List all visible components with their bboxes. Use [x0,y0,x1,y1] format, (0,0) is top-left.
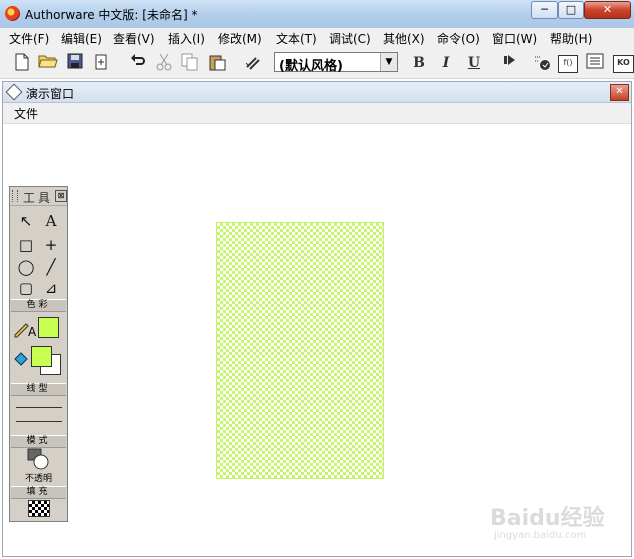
text-style-dropdown[interactable]: (默认风格) ▼ [274,52,398,74]
bold-icon[interactable]: B [409,53,429,73]
oval-tool-icon[interactable]: ◯ [15,257,37,277]
drag-grip-icon[interactable] [12,190,18,202]
menu-xtras[interactable]: 其他(X) [383,30,425,47]
italic-icon[interactable]: I [436,53,456,73]
menu-command[interactable]: 命令(O) [437,30,480,47]
variables-icon[interactable] [585,53,605,73]
tools-palette-title: 工具 [23,191,54,205]
restart-icon[interactable] [499,53,519,73]
presentation-menu-bar: 文件 [3,103,631,124]
control-panel-icon[interactable] [532,53,552,73]
opaque-mode-icon[interactable] [27,448,49,470]
authorware-app-icon[interactable] [5,6,20,21]
text-tool-icon[interactable]: A [40,211,62,231]
close-button[interactable]: ✕ [584,1,631,19]
rectangle-tool-icon[interactable]: □ [15,235,37,255]
paste-icon[interactable] [207,53,227,73]
menu-debug[interactable]: 调试(C) [329,30,371,47]
save-all-icon[interactable] [66,53,86,73]
cut-icon[interactable] [154,53,174,73]
paint-bucket-icon[interactable] [13,351,29,367]
presentation-menu-file[interactable]: 文件 [14,105,38,122]
menu-insert[interactable]: 插入(I) [168,30,205,47]
watermark-text: Baidu经验 [490,506,605,531]
menu-bar: 文件(F) 编辑(E) 查看(V) 插入(I) 修改(M) 文本(T) 调试(C… [0,28,634,48]
svg-text:A: A [28,325,37,338]
menu-view[interactable]: 查看(V) [113,30,155,47]
chevron-down-icon[interactable]: ▼ [380,53,397,71]
presentation-title: 演示窗口 [26,87,75,101]
undo-icon[interactable] [128,53,148,73]
text-style-value: (默认风格) [279,59,343,74]
fill-section-label: 填充 [11,486,66,499]
new-icon[interactable] [12,53,32,73]
presentation-window-icon [5,83,23,101]
tools-palette: 工具 ⊠ ↖ A □ + ◯ ╱ ▢ ⊿ 色彩 A 线型 模式 不透明 填充 [9,186,68,522]
baidu-watermark-logo: Baidu经验 jingyan.baidu.com [480,498,630,548]
menu-text[interactable]: 文本(T) [276,30,317,47]
checkered-rectangle-shape[interactable] [216,222,384,479]
color-section-label: 色彩 [11,299,66,312]
import-icon[interactable] [92,53,112,73]
open-icon[interactable] [38,53,58,73]
menu-help[interactable]: 帮助(H) [550,30,592,47]
menu-window[interactable]: 窗口(W) [492,30,537,47]
menu-file[interactable]: 文件(F) [9,30,49,47]
line-style-section-label: 线型 [11,383,66,396]
menu-modify[interactable]: 修改(M) [218,30,262,47]
title-bar: Authorware 中文版: [未命名] * ─ □ ✕ [0,0,634,29]
copy-icon[interactable] [180,53,200,73]
pointer-tool-icon[interactable]: ↖ [15,211,37,231]
presentation-title-bar: 演示窗口 ✕ [3,82,631,103]
knowledge-objects-icon[interactable]: KO [613,55,634,73]
mode-value-label: 不透明 [24,474,52,484]
text-color-swatch[interactable] [38,317,59,338]
mode-section-label: 模式 [11,435,66,448]
underline-icon[interactable]: U [464,53,484,73]
fill-foreground-color-swatch[interactable] [31,346,52,367]
straight-line-tool-icon[interactable]: + [40,235,62,255]
watermark-url: jingyan.baidu.com [494,530,587,541]
menu-edit[interactable]: 编辑(E) [61,30,102,47]
tools-palette-title-bar[interactable]: 工具 ⊠ [10,187,67,206]
polygon-tool-icon[interactable]: ⊿ [40,278,62,298]
pencil-line-color-icon[interactable]: A [13,318,37,339]
palette-close-icon[interactable]: ⊠ [55,190,67,202]
maximize-button[interactable]: □ [558,1,584,19]
fill-pattern-swatch[interactable] [28,500,50,517]
rounded-rectangle-tool-icon[interactable]: ▢ [15,278,37,298]
find-icon[interactable] [243,53,263,73]
window-title: Authorware 中文版: [未命名] * [25,8,198,22]
diagonal-line-tool-icon[interactable]: ╱ [40,257,62,277]
minimize-button[interactable]: ─ [531,1,558,19]
line-weight-option[interactable] [16,407,62,408]
functions-icon[interactable]: f() [558,55,578,73]
presentation-close-button[interactable]: ✕ [610,84,629,101]
line-weight-option[interactable] [16,421,62,422]
